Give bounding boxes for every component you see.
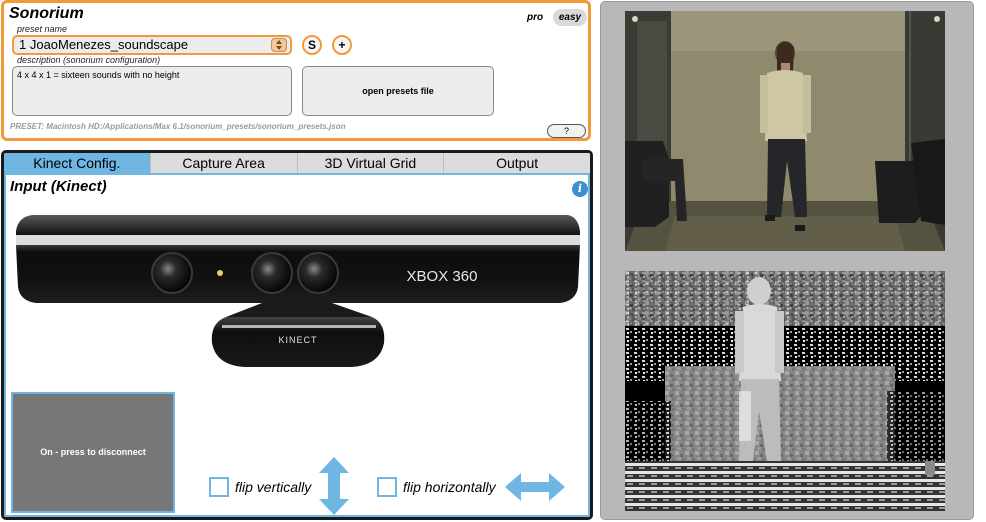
help-button[interactable]: ?: [547, 124, 586, 138]
up-down-stepper-icon[interactable]: [271, 38, 287, 52]
kinect-config-content: Input (Kinect) i XBOX 360 KINECT On - pr…: [4, 173, 590, 517]
kinect-connect-button[interactable]: On - press to disconnect: [11, 392, 175, 513]
mode-pro-toggle[interactable]: pro: [527, 12, 543, 23]
kinect-ir-emitter: [151, 252, 193, 294]
tab-kinect-config[interactable]: Kinect Config.: [4, 153, 151, 173]
preset-select[interactable]: 1 JoaoMenezes_soundscape: [12, 35, 292, 55]
kinect-neck: [226, 303, 372, 317]
config-panel: Kinect Config. Capture Area 3D Virtual G…: [1, 150, 593, 520]
flip-vertical-label: flip vertically: [235, 479, 312, 495]
save-preset-button[interactable]: S: [302, 35, 322, 55]
kinect-depth-camera: [297, 252, 339, 294]
tab-3d-virtual-grid[interactable]: 3D Virtual Grid: [297, 153, 445, 173]
kinect-base-highlight: [222, 325, 376, 328]
flip-vertical-checkbox[interactable]: [209, 477, 229, 497]
kinect-brand-text: XBOX 360: [407, 268, 478, 285]
section-title: Input (Kinect): [10, 178, 107, 195]
open-presets-file-button[interactable]: open presets file: [302, 66, 494, 116]
app-title: Sonorium: [9, 5, 84, 22]
kinect-led: [217, 270, 223, 276]
flip-horizontal-label: flip horizontally: [403, 479, 496, 495]
tab-bar: Kinect Config. Capture Area 3D Virtual G…: [4, 153, 590, 173]
kinect-name-text: KINECT: [278, 335, 317, 345]
kinect-glossy-strip: [16, 235, 580, 245]
kinect-rgb-camera: [251, 252, 293, 294]
preset-panel: Sonorium pro easy preset name 1 JoaoMene…: [1, 0, 591, 141]
preset-path: PRESET: Macintosh HD:/Applications/Max 6…: [10, 122, 346, 131]
preset-select-value: 1 JoaoMenezes_soundscape: [19, 37, 189, 52]
add-preset-button[interactable]: +: [332, 35, 352, 55]
depth-camera-feed: [625, 271, 945, 511]
description-text: 4 x 4 x 1 = sixteen sounds with no heigh…: [17, 70, 180, 80]
mode-easy-toggle[interactable]: easy: [553, 9, 587, 26]
rgb-camera-feed: [625, 11, 945, 251]
tab-capture-area[interactable]: Capture Area: [150, 153, 298, 173]
description-field[interactable]: 4 x 4 x 1 = sixteen sounds with no heigh…: [12, 66, 292, 116]
vertical-double-arrow-icon: [319, 457, 349, 515]
kinect-top-lid: [16, 215, 580, 235]
horizontal-double-arrow-icon: [505, 473, 565, 501]
tab-output[interactable]: Output: [444, 153, 590, 173]
kinect-sensor-image: XBOX 360 KINECT: [16, 215, 580, 367]
preset-name-label: preset name: [17, 24, 68, 34]
video-panel: [600, 1, 974, 520]
info-icon[interactable]: i: [572, 181, 588, 197]
description-label: description (sonorium configuration): [17, 55, 161, 65]
flip-horizontal-checkbox[interactable]: [377, 477, 397, 497]
